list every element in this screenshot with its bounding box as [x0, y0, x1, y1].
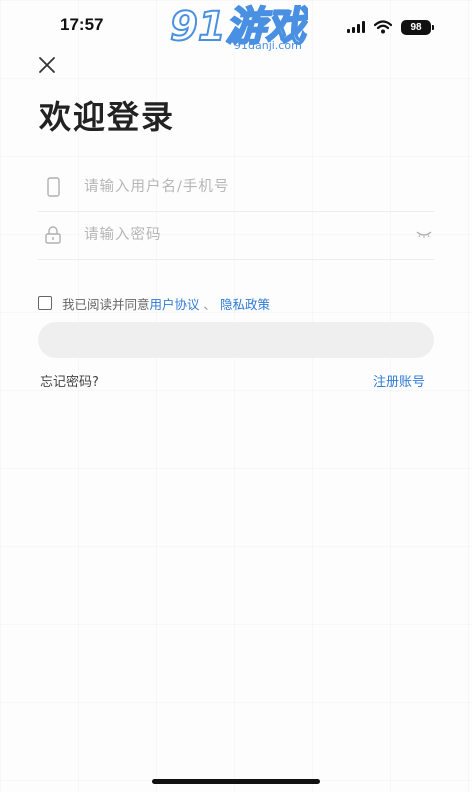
agreement-separator: 、	[203, 296, 217, 312]
lock-icon	[45, 226, 61, 244]
status-bar: 17:57 91游戏 91danji.com 98	[0, 0, 472, 52]
status-time: 17:57	[60, 15, 104, 34]
agree-checkbox[interactable]	[38, 296, 52, 310]
close-icon	[39, 57, 55, 73]
username-field[interactable]	[38, 163, 434, 212]
home-indicator	[152, 779, 320, 784]
wifi-icon	[374, 20, 392, 34]
agreement-prefix: 我已阅读并同意	[62, 296, 150, 312]
forgot-password-link[interactable]: 忘记密码?	[40, 371, 99, 390]
watermark-site-text: 91danji.com	[234, 39, 302, 52]
watermark-logo: 91游戏 91danji.com	[169, 3, 308, 52]
password-input[interactable]	[84, 221, 414, 249]
status-icons: 98	[347, 19, 434, 35]
phone-icon	[47, 177, 60, 197]
close-button[interactable]	[36, 54, 58, 76]
battery-level: 98	[401, 19, 431, 35]
register-link[interactable]: 注册账号	[373, 371, 425, 390]
battery-icon: 98	[401, 19, 434, 35]
agreement-row: 我已阅读并同意 用户协议 、 隐私政策	[38, 294, 270, 312]
page-title: 欢迎登录	[39, 98, 176, 136]
privacy-policy-link[interactable]: 隐私政策	[220, 294, 270, 313]
cellular-signal-icon	[347, 21, 365, 33]
login-button[interactable]	[38, 322, 434, 358]
eye-closed-icon[interactable]	[416, 229, 432, 239]
user-agreement-link[interactable]: 用户协议	[150, 294, 200, 313]
password-field[interactable]	[38, 211, 434, 260]
username-input[interactable]	[84, 173, 414, 201]
